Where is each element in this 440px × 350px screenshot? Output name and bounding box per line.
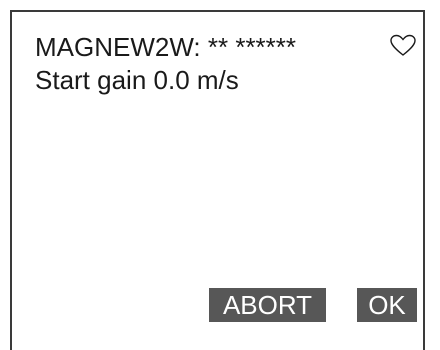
heart-icon	[390, 34, 416, 56]
title-line: MAGNEW2W: ** ******	[35, 32, 297, 62]
display-panel: MAGNEW2W: ** ****** Start gain 0.0 m/s A…	[10, 10, 425, 350]
ok-button[interactable]: OK	[357, 288, 417, 322]
abort-button[interactable]: ABORT	[209, 288, 326, 322]
start-gain-value: Start gain 0.0 m/s	[35, 65, 239, 95]
